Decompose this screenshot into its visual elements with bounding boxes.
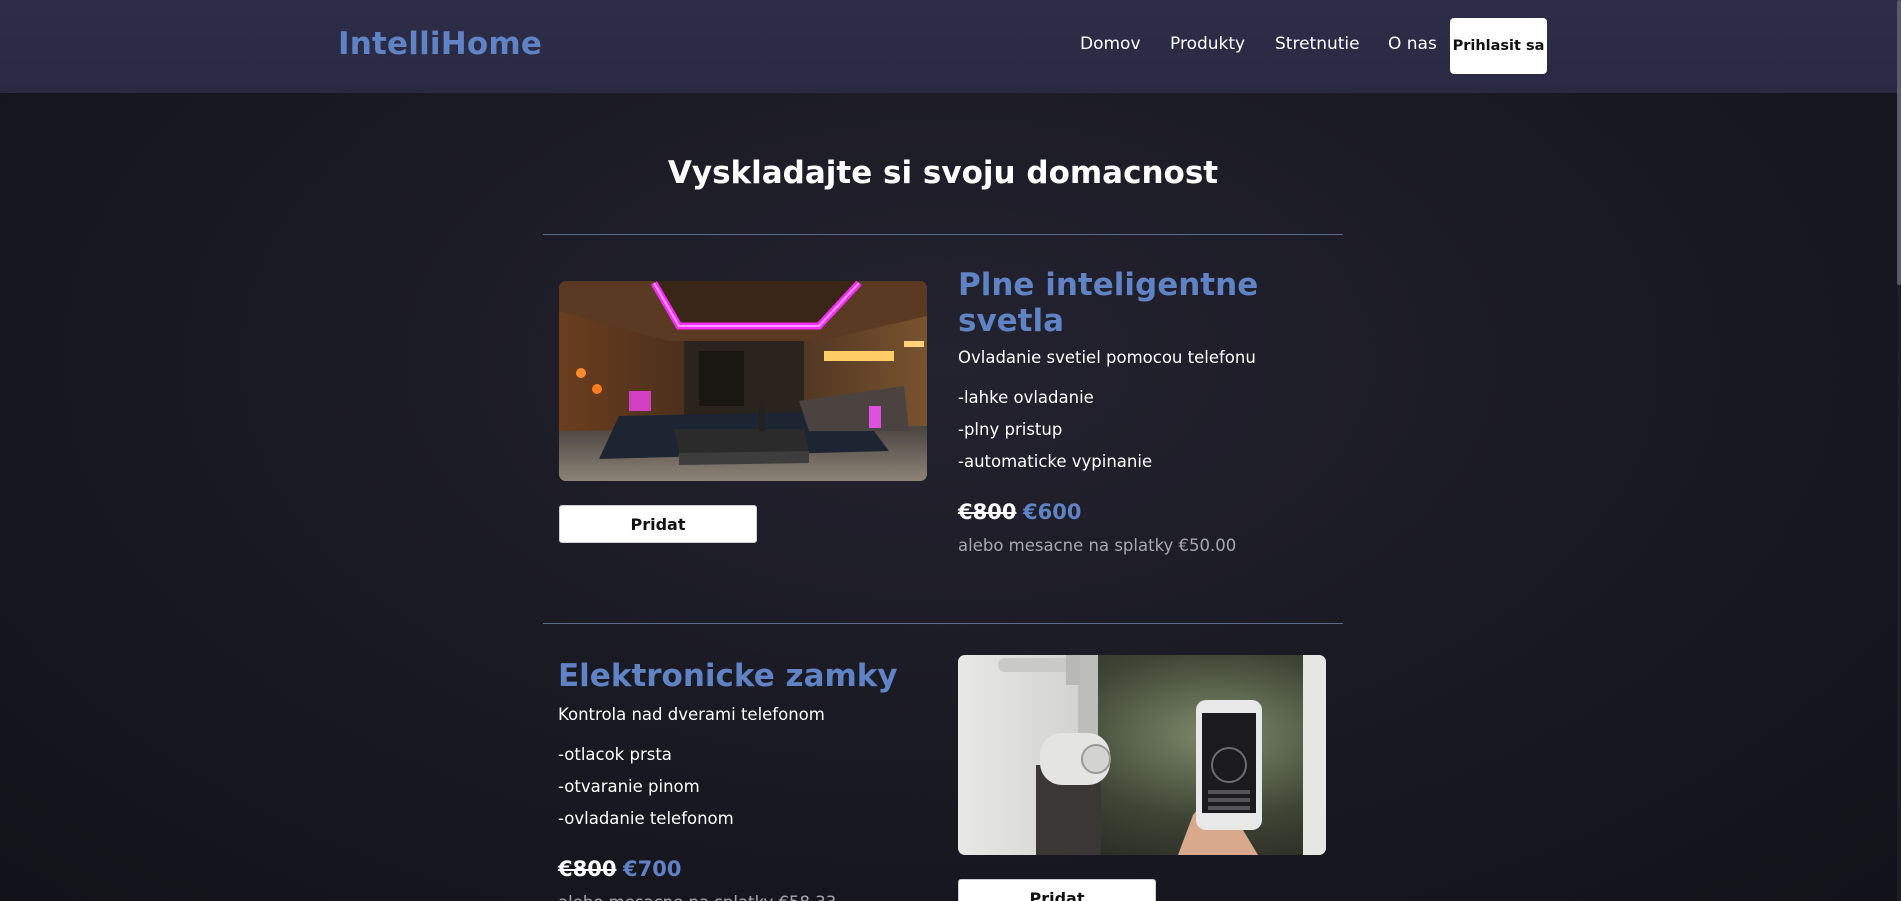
page-scrollbar[interactable] xyxy=(1897,0,1901,901)
page-title: Vyskladajte si svoju domacnost xyxy=(667,155,1219,191)
installment-text: alebo mesacne na splatky €50.00 xyxy=(958,536,1237,555)
nav-link-produkty[interactable]: Produkty xyxy=(1170,34,1245,54)
add-to-cart-button[interactable]: Pridat xyxy=(958,879,1156,901)
feature-item: -lahke ovladanie xyxy=(958,388,1094,407)
product-image-locks xyxy=(958,655,1326,855)
nav-link-stretnutie[interactable]: Stretnutie xyxy=(1275,34,1360,54)
top-navbar: IntelliHome Domov Produkty Stretnutie O … xyxy=(0,0,1897,93)
product-name-line: Plne inteligentne xyxy=(958,267,1259,303)
new-price: €700 xyxy=(623,857,682,881)
scrollbar-thumb[interactable] xyxy=(1897,0,1901,285)
feature-item: -otlacok prsta xyxy=(558,745,672,764)
feature-item: -otvaranie pinom xyxy=(558,777,700,796)
brand-logo[interactable]: IntelliHome xyxy=(338,26,542,62)
product-name-locks: Elektronicke zamky xyxy=(558,658,898,694)
section-divider xyxy=(543,623,1343,624)
product-subtitle: Kontrola nad dverami telefonom xyxy=(558,705,825,724)
new-price: €600 xyxy=(1023,500,1082,524)
nav-link-domov[interactable]: Domov xyxy=(1080,34,1141,54)
section-divider xyxy=(543,234,1343,235)
add-to-cart-button[interactable]: Pridat xyxy=(559,505,757,543)
feature-item: -plny pristup xyxy=(958,420,1063,439)
old-price: €800 xyxy=(558,857,617,881)
product-subtitle: Ovladanie svetiel pomocou telefonu xyxy=(958,348,1256,367)
product-name-lights: Plne inteligentne svetla xyxy=(958,267,1258,339)
old-price: €800 xyxy=(958,500,1017,524)
installment-text: alebo mesacne na splatky €58.33 xyxy=(558,893,836,901)
product-image-lights xyxy=(559,281,927,481)
nav-link-o-nas[interactable]: O nas xyxy=(1388,34,1437,54)
feature-item: -automaticke vypinanie xyxy=(958,452,1153,471)
product-name-line: svetla xyxy=(958,303,1065,339)
login-button[interactable]: Prihlasit sa xyxy=(1450,18,1547,74)
feature-item: -ovladanie telefonom xyxy=(558,809,734,828)
